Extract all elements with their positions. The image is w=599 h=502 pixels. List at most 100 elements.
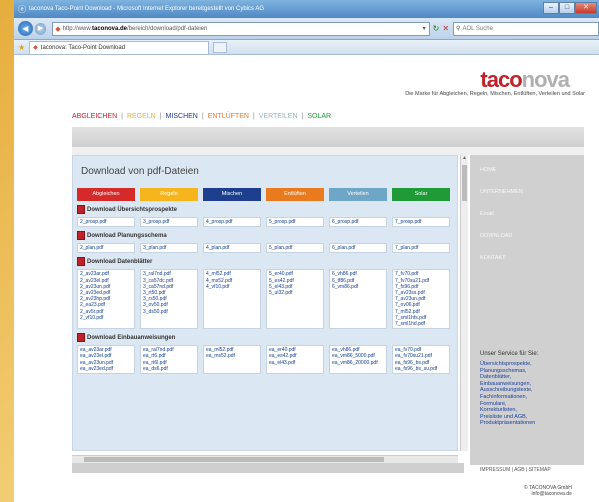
pdf-link[interactable]: 5_prosp.pdf bbox=[269, 219, 321, 225]
file-cell: 6_prosp.pdf bbox=[329, 217, 387, 228]
pdf-link[interactable]: 6_vm86.pdf bbox=[332, 284, 384, 290]
service-link[interactable]: Korrekturlisten, bbox=[480, 407, 535, 414]
sidebar-item-unternehmen[interactable]: UNTERNEHMEN bbox=[480, 189, 523, 195]
pdf-link[interactable]: 4_prosp.pdf bbox=[206, 219, 258, 225]
nav-item-mischen[interactable]: MISCHEN bbox=[166, 113, 198, 120]
pdf-link[interactable]: 2_prosp.pdf bbox=[80, 219, 132, 225]
category-button-solar[interactable]: Solar bbox=[392, 188, 450, 201]
file-cell: 6_vh86.pdf 6_tf86.pdf 6_vm86.pdf bbox=[329, 269, 387, 330]
browser-window: ⓔ taconova Taco-Point Download - Microso… bbox=[14, 0, 599, 502]
pdf-link[interactable]: ea_el43.pdf bbox=[269, 360, 321, 366]
hscroll-thumb[interactable] bbox=[84, 457, 384, 462]
horizontal-scrollbar[interactable] bbox=[72, 455, 458, 463]
scroll-up-icon[interactable]: ▲ bbox=[461, 155, 468, 163]
tab-active[interactable]: ◆ taconova: Taco-Point Download bbox=[29, 40, 210, 54]
new-tab-button[interactable] bbox=[213, 41, 228, 53]
address-prefix: http://www. bbox=[62, 25, 92, 32]
pdf-link[interactable]: 7_plan.pdf bbox=[395, 245, 447, 251]
pdf-link[interactable]: ea_fs96_bs_su.pdf bbox=[395, 366, 447, 372]
address-domain: taconova.de bbox=[91, 25, 127, 32]
nav-item-regeln[interactable]: REGELN bbox=[127, 113, 156, 120]
nav-item-verteilen[interactable]: VERTEILEN bbox=[259, 113, 298, 120]
search-placeholder: AOL Suche bbox=[462, 25, 493, 32]
category-button-verteilen[interactable]: Verteilen bbox=[329, 188, 387, 201]
brand-tagline: Die Marke für Abgleichen, Regeln, Mische… bbox=[405, 91, 585, 97]
copyright: © TACONOVA GmbH info@taconova.de bbox=[524, 485, 572, 497]
pdf-link[interactable]: 5_plan.pdf bbox=[269, 245, 321, 251]
sidebar-item-download[interactable]: DOWNLOAD bbox=[480, 233, 512, 239]
category-button-regeln[interactable]: Regeln bbox=[140, 188, 198, 201]
refresh-icon[interactable]: ↻ bbox=[433, 24, 440, 33]
pdf-link[interactable]: 4_plan.pdf bbox=[206, 245, 258, 251]
section-title: Download Einbauanweisungen bbox=[87, 334, 176, 341]
file-cell: 4_prosp.pdf bbox=[203, 217, 261, 228]
pdf-link[interactable]: 7_sml1hd.pdf bbox=[395, 321, 447, 327]
category-button-entlüften[interactable]: Entlüften bbox=[266, 188, 324, 201]
pdf-link[interactable]: 2_vf10.pdf bbox=[80, 315, 132, 321]
section-heading: Download Einbauanweisungen bbox=[77, 333, 457, 343]
service-link[interactable]: Fachinformationen, bbox=[480, 394, 535, 401]
category-button-abgleichen[interactable]: Abgleichen bbox=[77, 188, 135, 201]
service-link[interactable]: Preisliste und AGB, bbox=[480, 414, 535, 421]
favorites-star-icon[interactable]: ★ bbox=[18, 43, 25, 52]
file-row: 2_prosp.pdf 3_prosp.pdf 4_prosp.pdf 5_prosp… bbox=[77, 217, 457, 228]
nav-item-abgleichen[interactable]: ABGLEICHEN bbox=[72, 113, 117, 120]
sidebar-item-kontakt[interactable]: KONTAKT bbox=[480, 255, 506, 261]
file-cell: 5_prosp.pdf bbox=[266, 217, 324, 228]
pdf-icon bbox=[77, 257, 85, 267]
nav-item-entlüften[interactable]: ENTLÜFTEN bbox=[208, 113, 249, 120]
service-link[interactable]: Übersichtsprospekte, bbox=[480, 361, 535, 368]
minimize-button[interactable]: – bbox=[543, 2, 559, 14]
file-cell: 5_plan.pdf bbox=[266, 243, 324, 254]
file-cell: 4_ml52.pdf 4_ms52.pdf 4_vf10.pdf bbox=[203, 269, 261, 330]
pdf-link[interactable]: ea_ds6.pdf bbox=[143, 366, 195, 372]
search-input[interactable]: ⚲ AOL Suche bbox=[453, 21, 599, 36]
service-link[interactable]: Einbauanweisungen, bbox=[480, 381, 535, 388]
nav-item-solar[interactable]: SOLAR bbox=[307, 113, 331, 120]
file-cell: 3_ral7nd.pdf 3_ca57dc.pdf 3_ca57nd.pdf 3_rt… bbox=[140, 269, 198, 330]
pdf-link[interactable]: 7_prosp.pdf bbox=[395, 219, 447, 225]
address-bar[interactable]: ◆ http://www. taconova.de/bereich/downloa… bbox=[52, 21, 430, 36]
pdf-link[interactable]: 3_plan.pdf bbox=[143, 245, 195, 251]
close-button[interactable]: ✕ bbox=[575, 2, 597, 14]
maximize-button[interactable]: □ bbox=[559, 2, 575, 14]
pdf-link[interactable]: 6_prosp.pdf bbox=[332, 219, 384, 225]
file-cell: ea_vh86.pdf ea_vm86_5000.pdf ea_vm86_20000… bbox=[329, 345, 387, 375]
pdf-link[interactable]: 3_prosp.pdf bbox=[143, 219, 195, 225]
file-cell: ea_ml52.pdf ea_ms52.pdf bbox=[203, 345, 261, 375]
taconova-logo[interactable]: taconova bbox=[480, 67, 570, 93]
footer-links[interactable]: IMPRESSUM | AGB | SITEMAP bbox=[480, 467, 551, 473]
sidebar-item-email[interactable]: Email bbox=[480, 211, 494, 217]
service-link[interactable]: Datenblätter, bbox=[480, 374, 535, 381]
vertical-scrollbar[interactable]: ▲ bbox=[460, 155, 468, 451]
forward-button[interactable]: ▶ bbox=[34, 22, 47, 35]
pdf-link[interactable]: ea_vm86_20000.pdf bbox=[332, 360, 384, 366]
section-title: Download Datenblätter bbox=[87, 258, 153, 265]
nav-separator: | bbox=[159, 113, 162, 120]
pdf-link[interactable]: 3_ds50.pdf bbox=[143, 309, 195, 315]
service-link[interactable]: Ausschreibungstexte, bbox=[480, 387, 535, 394]
service-list: Übersichtsprospekte, Planungsschemas, Date… bbox=[480, 361, 535, 427]
address-dropdown-icon[interactable]: ▾ bbox=[423, 25, 426, 32]
pdf-link[interactable]: 4_vf10.pdf bbox=[206, 284, 258, 290]
pdf-link[interactable]: ea_av23ed.pdf bbox=[80, 366, 132, 372]
service-link[interactable]: Planungsschemas, bbox=[480, 368, 535, 375]
file-cell: 3_plan.pdf bbox=[140, 243, 198, 254]
category-button-mischen[interactable]: Mischen bbox=[203, 188, 261, 201]
pdf-link[interactable]: 5_ul32.pdf bbox=[269, 290, 321, 296]
tab-favicon-icon: ◆ bbox=[33, 45, 38, 51]
back-button[interactable]: ◀ bbox=[18, 21, 33, 36]
service-link[interactable]: Formulare, bbox=[480, 401, 535, 408]
file-cell: 7_fv70.pdf 7_fv70su21.pdf 7_fs96.pdf 7_av23… bbox=[392, 269, 450, 330]
stop-icon[interactable]: ✕ bbox=[442, 24, 449, 33]
tab-label: taconova: Taco-Point Download bbox=[40, 44, 126, 51]
scroll-thumb[interactable] bbox=[462, 165, 467, 201]
window-controls: – □ ✕ bbox=[543, 2, 597, 14]
pdf-link[interactable]: 2_plan.pdf bbox=[80, 245, 132, 251]
pdf-link[interactable]: ea_ms52.pdf bbox=[206, 353, 258, 359]
right-sidebar: HOME UNTERNEHMEN Email DOWNLOAD KONTAKT Unse… bbox=[470, 155, 584, 497]
section-title: Download Planungsschema bbox=[87, 232, 167, 239]
sidebar-item-home[interactable]: HOME bbox=[480, 167, 497, 173]
pdf-link[interactable]: 6_plan.pdf bbox=[332, 245, 384, 251]
service-link[interactable]: Produktpräsentationen bbox=[480, 420, 535, 427]
